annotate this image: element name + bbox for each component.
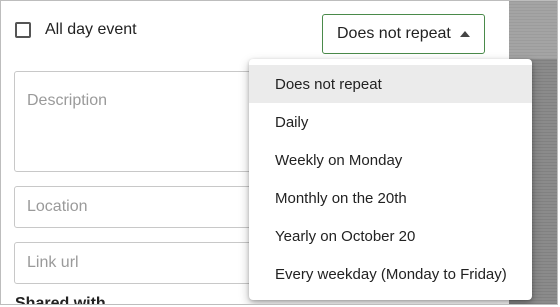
all-day-checkbox[interactable] [15,22,31,38]
repeat-option-daily[interactable]: Daily [249,103,532,141]
repeat-select-value: Does not repeat [337,25,451,42]
repeat-option-does-not-repeat[interactable]: Does not repeat [249,65,532,103]
menu-item-label: Yearly on October 20 [275,227,416,245]
menu-item-label: Every weekday (Monday to Friday) [275,265,507,283]
menu-item-label: Weekly on Monday [275,151,403,169]
repeat-select[interactable]: Does not repeat [322,14,485,54]
location-placeholder: Location [27,198,88,215]
all-day-label: All day event [45,21,137,38]
menu-item-label: Does not repeat [275,75,382,93]
event-form: All day event Does not repeat Descriptio… [0,0,558,305]
menu-item-label: Daily [275,113,309,131]
repeat-option-yearly[interactable]: Yearly on October 20 [249,217,532,255]
repeat-option-every-weekday[interactable]: Every weekday (Monday to Friday) [249,255,532,293]
shared-with-heading: Shared with [15,295,106,305]
caret-up-icon [459,31,470,37]
repeat-option-monthly[interactable]: Monthly on the 20th [249,179,532,217]
background-overlay-top [509,1,557,59]
link-url-placeholder: Link url [27,254,79,271]
repeat-dropdown-menu: Does not repeat Daily Weekly on Monday M… [249,59,532,300]
menu-item-label: Monthly on the 20th [275,189,407,207]
repeat-option-weekly[interactable]: Weekly on Monday [249,141,532,179]
all-day-row: All day event [15,21,137,39]
description-placeholder: Description [27,92,108,109]
